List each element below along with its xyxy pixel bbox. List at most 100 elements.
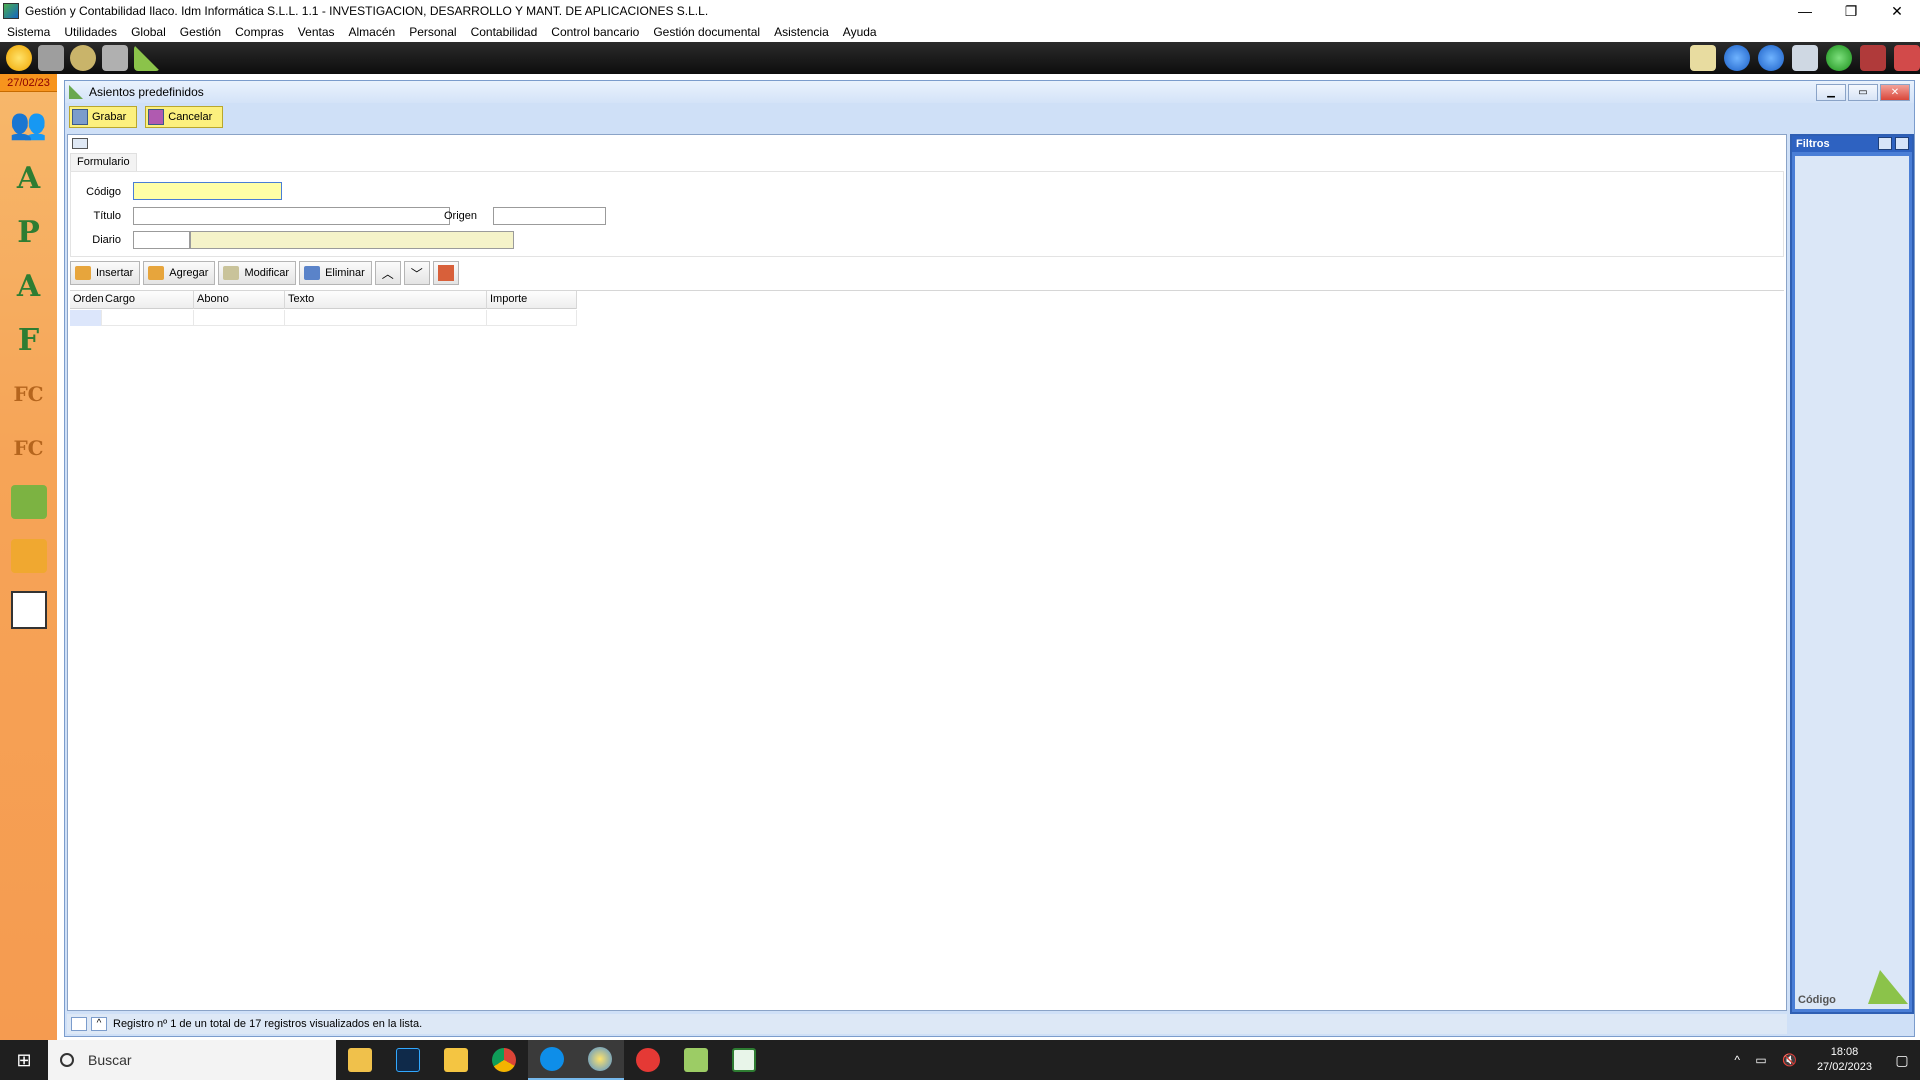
keyboard-icon[interactable] [71,1017,87,1031]
tab-formulario[interactable]: Formulario [70,153,137,171]
menu-contabilidad[interactable]: Contabilidad [464,25,545,39]
taskbar-clock[interactable]: 18:08 27/02/2023 [1817,1045,1872,1075]
taskbar-search[interactable]: Buscar [48,1040,336,1080]
row-orden-cell[interactable] [70,310,102,326]
list-icon[interactable] [1792,45,1818,71]
menu-utilidades[interactable]: Utilidades [57,25,124,39]
exit-icon[interactable] [1894,45,1920,71]
start-button[interactable]: ⊞ [0,1040,48,1080]
export-button[interactable] [432,261,459,285]
taskbar-app-chrome[interactable] [480,1040,528,1080]
chevron-down-icon: ﹀ [410,266,423,281]
fc2-icon[interactable]: FC [7,426,51,470]
titulo-field[interactable] [133,207,450,225]
delete-button[interactable]: Eliminar [299,261,372,285]
modify-icon [223,266,240,280]
taskbar-app-explorer[interactable] [432,1040,480,1080]
settings-icon[interactable] [70,45,96,71]
green-bag-icon[interactable] [7,480,51,524]
subwindow-close-button[interactable]: ✕ [1880,84,1910,101]
menu-global[interactable]: Global [124,25,173,39]
back-arrow-icon[interactable] [1724,45,1750,71]
ledger-icon[interactable] [7,588,51,632]
forward-arrow-icon[interactable] [1758,45,1784,71]
help-icon[interactable] [1826,45,1852,71]
teamviewer-icon [540,1047,564,1071]
taskbar-app-folder[interactable] [336,1040,384,1080]
add-button[interactable]: Agregar [143,261,216,285]
filters-close-icon[interactable] [1895,137,1909,150]
modify-button[interactable]: Modificar [218,261,297,285]
menu-gestion-documental[interactable]: Gestión documental [646,25,767,39]
insert-button[interactable]: Insertar [70,261,141,285]
cancel-button[interactable]: Cancelar [145,106,224,128]
move-down-button[interactable]: ﹀ [403,261,430,285]
taskbar-app-teamviewer[interactable] [528,1040,576,1080]
restore-button[interactable]: ❐ [1828,0,1874,22]
a-icon[interactable]: A [7,264,51,308]
mail-icon[interactable] [1690,45,1716,71]
save-button[interactable]: Grabar [69,106,138,128]
menu-sistema[interactable]: Sistema [0,25,57,39]
codigo-label: Código [86,186,121,198]
action-bar: Grabar Cancelar [65,103,1914,131]
minimize-button[interactable]: — [1782,0,1828,22]
menu-asistencia[interactable]: Asistencia [767,25,836,39]
column-texto[interactable]: Texto [285,291,487,309]
clients-icon[interactable]: 👥 [7,102,51,146]
column-orden[interactable]: Orden [70,291,104,309]
row-texto-cell[interactable] [285,310,487,326]
triangle-icon[interactable] [134,45,160,71]
taskbar-app-dx[interactable] [624,1040,672,1080]
taskbar-app-tool[interactable] [672,1040,720,1080]
notepad-icon [732,1048,756,1072]
subwindow-minimize-button[interactable]: ▁ [1816,84,1846,101]
app-icon [3,3,19,19]
codigo-field[interactable] [133,182,282,200]
p-icon[interactable]: P [7,210,51,254]
windows-icon[interactable] [38,45,64,71]
notifications-icon[interactable]: ▢ [1884,1052,1920,1069]
status-bar: ^ Registro nº 1 de un total de 17 regist… [67,1014,1787,1034]
fc-icon[interactable]: FC [7,372,51,416]
table-row[interactable] [70,310,577,326]
menu-control-bancario[interactable]: Control bancario [544,25,646,39]
diario-code-field[interactable] [133,231,190,249]
close-window-icon[interactable] [1860,45,1886,71]
column-importe[interactable]: Importe [487,291,577,309]
orange-bag-icon[interactable] [7,534,51,578]
menu-ventas[interactable]: Ventas [291,25,342,39]
column-abono[interactable]: Abono [194,291,285,309]
menu-almacen[interactable]: Almacén [342,25,403,39]
f-icon[interactable]: F [7,318,51,362]
home-globe-icon[interactable] [6,45,32,71]
row-importe-cell[interactable] [487,310,577,326]
titulo-label: Título [93,210,121,222]
expand-up-icon[interactable]: ^ [91,1017,107,1031]
taskbar-app-notepad[interactable] [720,1040,768,1080]
close-button[interactable]: ✕ [1874,0,1920,22]
origen-label: Origen [443,210,477,222]
menu-personal[interactable]: Personal [402,25,463,39]
taskbar-app-photoshop[interactable] [384,1040,432,1080]
view-toggle-icon[interactable] [72,138,88,149]
move-up-button[interactable]: ︿ [374,261,401,285]
menu-compras[interactable]: Compras [228,25,291,39]
asientos-window: Asientos predefinidos ▁ ▭ ✕ Grabar Cance… [64,80,1915,1037]
filters-pin-icon[interactable] [1878,137,1892,150]
chevron-up-icon: ︿ [381,266,394,281]
insert-icon [75,266,91,280]
chrome-icon [492,1048,516,1072]
row-abono-cell[interactable] [194,310,285,326]
taskbar-app-ilaco[interactable] [576,1040,624,1080]
file-explorer-icon [444,1048,468,1072]
tray-icons[interactable]: ^ ▭ 🔇 [1734,1053,1803,1067]
edit-icon[interactable] [102,45,128,71]
origen-field[interactable] [493,207,606,225]
menu-gestion[interactable]: Gestión [173,25,228,39]
a-box-icon[interactable]: A [7,156,51,200]
subwindow-maximize-button[interactable]: ▭ [1848,84,1878,101]
row-cargo-cell[interactable] [102,310,194,326]
menu-ayuda[interactable]: Ayuda [836,25,884,39]
column-cargo[interactable]: Cargo [102,291,194,309]
